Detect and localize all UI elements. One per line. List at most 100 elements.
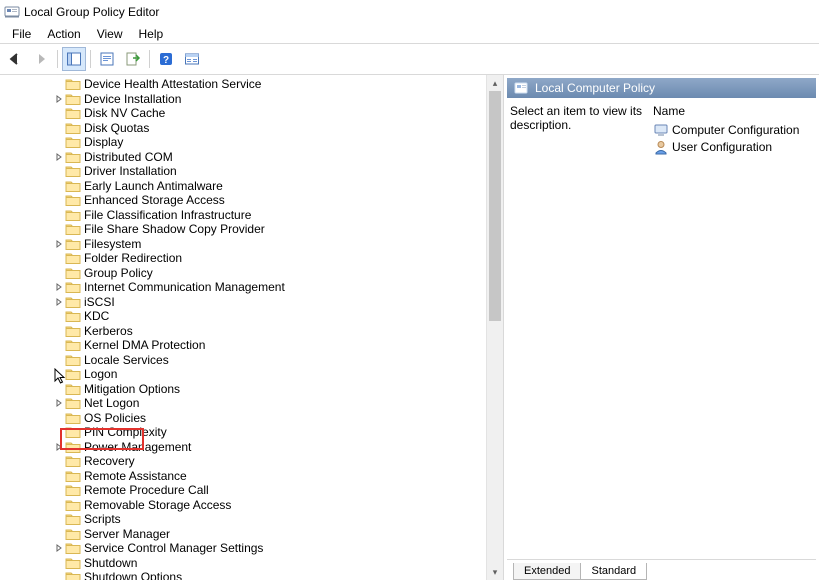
tree-item[interactable]: Logon — [0, 367, 486, 382]
tree-item[interactable]: Early Launch Antimalware — [0, 179, 486, 194]
tree-item-label: Logon — [83, 367, 118, 381]
tree-item[interactable]: iSCSI — [0, 295, 486, 310]
export-button[interactable] — [121, 47, 145, 71]
tree-item[interactable]: Service Control Manager Settings — [0, 541, 486, 556]
folder-icon — [65, 92, 81, 106]
tree-item[interactable]: Mitigation Options — [0, 382, 486, 397]
tree-item[interactable]: Removable Storage Access — [0, 498, 486, 513]
tree-item[interactable]: OS Policies — [0, 411, 486, 426]
folder-icon — [65, 309, 81, 323]
tree-item-label: Service Control Manager Settings — [83, 541, 264, 555]
tree-item[interactable]: Remote Assistance — [0, 469, 486, 484]
tree-item-label: iSCSI — [83, 295, 116, 309]
tree-item[interactable]: Kernel DMA Protection — [0, 338, 486, 353]
filter-options-button[interactable] — [180, 47, 204, 71]
chevron-right-icon[interactable] — [54, 443, 64, 451]
chevron-right-icon[interactable] — [54, 95, 64, 103]
tree-scrollbar[interactable]: ▴ ▾ — [486, 75, 503, 580]
folder-icon — [65, 150, 81, 164]
tree-item-label: Driver Installation — [83, 164, 178, 178]
chevron-right-icon[interactable] — [54, 283, 64, 291]
tree-item[interactable]: Disk NV Cache — [0, 106, 486, 121]
tree-item[interactable]: KDC — [0, 309, 486, 324]
menu-action[interactable]: Action — [39, 26, 88, 42]
tree-item[interactable]: Power Management — [0, 440, 486, 455]
folder-icon — [65, 512, 81, 526]
tree-item[interactable]: Distributed COM — [0, 150, 486, 165]
folder-icon — [65, 324, 81, 338]
folder-icon — [65, 295, 81, 309]
tree-item[interactable]: Group Policy — [0, 266, 486, 281]
tree-scroll[interactable]: Device Health Attestation ServiceDevice … — [0, 75, 486, 580]
chevron-right-icon[interactable] — [54, 153, 64, 161]
tree-item-label: Scripts — [83, 512, 122, 526]
tree-item-label: Folder Redirection — [83, 251, 183, 265]
tree-item-label: Shutdown Options — [83, 570, 183, 580]
list-item[interactable]: User Configuration — [653, 139, 813, 155]
tree-item[interactable]: Device Health Attestation Service — [0, 77, 486, 92]
scroll-thumb[interactable] — [489, 91, 501, 321]
forward-button[interactable] — [29, 47, 53, 71]
chevron-right-icon[interactable] — [54, 240, 64, 248]
help-button[interactable]: ? — [154, 47, 178, 71]
menu-view[interactable]: View — [89, 26, 131, 42]
tree-item[interactable]: Remote Procedure Call — [0, 483, 486, 498]
scroll-up-button[interactable]: ▴ — [487, 75, 503, 91]
tree-item[interactable]: Folder Redirection — [0, 251, 486, 266]
tree-item[interactable]: Shutdown Options — [0, 570, 486, 580]
tree-item[interactable]: File Share Shadow Copy Provider — [0, 222, 486, 237]
tree-item-label: Display — [83, 135, 124, 149]
details-header: Local Computer Policy — [507, 78, 816, 98]
back-button[interactable] — [3, 47, 27, 71]
folder-icon — [65, 527, 81, 541]
tree-item[interactable]: Shutdown — [0, 556, 486, 571]
tree-item-label: Device Health Attestation Service — [83, 77, 262, 91]
folder-icon — [65, 179, 81, 193]
tree-item-label: File Classification Infrastructure — [83, 208, 252, 222]
tree-item-label: PIN Complexity — [83, 425, 168, 439]
tree-item[interactable]: Scripts — [0, 512, 486, 527]
details-description: Select an item to view its description. — [510, 104, 645, 132]
chevron-right-icon[interactable] — [54, 298, 64, 306]
tree-item-label: Kernel DMA Protection — [83, 338, 206, 352]
tree-item[interactable]: PIN Complexity — [0, 425, 486, 440]
chevron-right-icon[interactable] — [54, 399, 64, 407]
tree-item-label: Disk Quotas — [83, 121, 150, 135]
tree-item[interactable]: File Classification Infrastructure — [0, 208, 486, 223]
tree-item[interactable]: Locale Services — [0, 353, 486, 368]
tree-item[interactable]: Display — [0, 135, 486, 150]
folder-icon — [65, 121, 81, 135]
folder-icon — [65, 77, 81, 91]
tree-item-label: Remote Assistance — [83, 469, 188, 483]
properties-button[interactable] — [95, 47, 119, 71]
tree-item[interactable]: Device Installation — [0, 92, 486, 107]
tree-item[interactable]: Kerberos — [0, 324, 486, 339]
list-item[interactable]: Computer Configuration — [653, 122, 813, 138]
folder-icon — [65, 382, 81, 396]
chevron-right-icon[interactable] — [54, 544, 64, 552]
tree-item[interactable]: Net Logon — [0, 396, 486, 411]
tree-item[interactable]: Driver Installation — [0, 164, 486, 179]
computer-icon — [653, 122, 669, 138]
name-column-header[interactable]: Name — [653, 104, 813, 122]
menu-help[interactable]: Help — [131, 26, 172, 42]
scroll-down-button[interactable]: ▾ — [487, 564, 503, 580]
folder-icon — [65, 396, 81, 410]
folder-icon — [65, 208, 81, 222]
show-tree-button[interactable] — [62, 47, 86, 71]
tree-item[interactable]: Internet Communication Management — [0, 280, 486, 295]
tree-item[interactable]: Filesystem — [0, 237, 486, 252]
titlebar: Local Group Policy Editor — [0, 0, 819, 25]
tree-item-label: Net Logon — [83, 396, 140, 410]
folder-icon — [65, 164, 81, 178]
tree-item[interactable]: Disk Quotas — [0, 121, 486, 136]
list-item-label: User Configuration — [672, 140, 772, 154]
tree-item[interactable]: Recovery — [0, 454, 486, 469]
menu-file[interactable]: File — [4, 26, 39, 42]
tree-item[interactable]: Server Manager — [0, 527, 486, 542]
tree-item[interactable]: Enhanced Storage Access — [0, 193, 486, 208]
tab-standard[interactable]: Standard — [580, 563, 647, 580]
tab-extended[interactable]: Extended — [513, 563, 581, 580]
tree-item-label: Early Launch Antimalware — [83, 179, 224, 193]
app-icon — [4, 4, 20, 20]
